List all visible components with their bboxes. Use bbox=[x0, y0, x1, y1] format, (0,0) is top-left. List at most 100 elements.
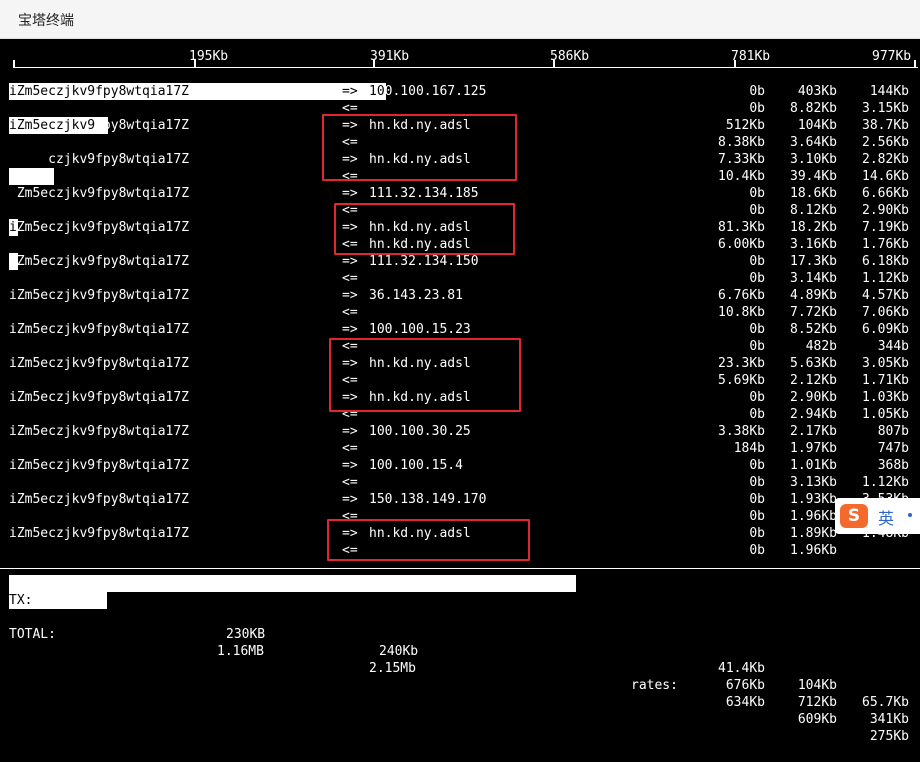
row-r3: 368b bbox=[877, 458, 909, 473]
peak-label: peak: bbox=[297, 644, 337, 659]
row-host: iZm5eczjkv9fpy8wtqia17Z bbox=[9, 118, 190, 133]
row-r3: 2.56Kb bbox=[862, 135, 909, 150]
row-arrow: => bbox=[342, 254, 358, 269]
title-bar: 宝塔终端 bbox=[0, 0, 920, 39]
row-host: iZm5eczjkv9fpy8wtqia17Z bbox=[9, 526, 190, 541]
highlight-box bbox=[327, 519, 530, 561]
window-title: 宝塔终端 bbox=[18, 13, 74, 29]
row-peer: 100.100.15.23 bbox=[369, 322, 471, 337]
row-arrow: => bbox=[342, 492, 358, 507]
table-row: <= 10.8Kb 7.72Kb 7.06Kb bbox=[0, 304, 920, 321]
table-row: <= 184b 1.97Kb 747b bbox=[0, 440, 920, 457]
row-r3: 6.18Kb bbox=[862, 254, 909, 269]
row-peer: 111.32.134.185 bbox=[369, 186, 479, 201]
scale-label: 391Kb bbox=[370, 49, 410, 64]
row-r3: 2.90Kb bbox=[862, 203, 909, 218]
table-row: iZm5eczjkv9fpy8wtqia17Z => 36.143.23.81 6.7… bbox=[0, 287, 920, 304]
row-r3: 1.03Kb bbox=[862, 390, 909, 405]
row-r3: 38.7Kb bbox=[862, 118, 909, 133]
row-r3: 144Kb bbox=[869, 84, 909, 99]
total-label: TOTAL: bbox=[9, 627, 56, 642]
row-host: iZm5eczjkv9fpy8wtqia17Z bbox=[9, 220, 190, 235]
rx-peak: 240Kb bbox=[379, 644, 419, 659]
tx-rate-3: 275Kb bbox=[869, 729, 909, 744]
row-host: iZm5eczjkv9fpy8wtqia17Z bbox=[9, 288, 190, 303]
row-arrow: <= bbox=[342, 305, 358, 320]
row-r3: 14.6Kb bbox=[862, 169, 909, 184]
terminal[interactable]: 195Kb 391Kb 586Kb 781Kb 977Kb iZm5eczjkv… bbox=[0, 39, 920, 744]
row-host: iZm5eczjkv9fpy8wtqia17Z bbox=[9, 322, 190, 337]
row-r3: 4.57Kb bbox=[862, 288, 909, 303]
row-r3: 2.82Kb bbox=[862, 152, 909, 167]
scale-tick bbox=[373, 60, 375, 68]
totals-separator bbox=[0, 568, 920, 569]
scale-tick bbox=[734, 60, 736, 68]
row-arrow: <= bbox=[342, 271, 358, 286]
row-arrow: => bbox=[342, 424, 358, 439]
row-r3: 1.05Kb bbox=[862, 407, 909, 422]
ime-language-toggle[interactable]: 英 bbox=[878, 505, 894, 529]
highlight-box bbox=[329, 338, 521, 412]
row-peer: 111.32.134.150 bbox=[369, 254, 479, 269]
row-r3: 6.66Kb bbox=[862, 186, 909, 201]
ime-dot-icon bbox=[908, 513, 912, 517]
scale-label: 586Kb bbox=[550, 49, 590, 64]
table-row: <= 0b 3.14Kb 1.12Kb bbox=[0, 270, 920, 287]
total-rate-3: 341Kb bbox=[869, 712, 909, 727]
table-row: iZm5eczjkv9fpy8wtqia17Z => 111.32.134.185 0… bbox=[0, 185, 920, 202]
row-r3: 1.71Kb bbox=[862, 373, 909, 388]
row-host: iZm5eczjkv9fpy8wtqia17Z bbox=[9, 254, 190, 269]
scale-label: 977Kb bbox=[872, 49, 912, 64]
table-row: iZm5eczjkv9fpy8wtqia17Z => 100.100.167.125… bbox=[0, 83, 920, 100]
row-r3: 3.05Kb bbox=[862, 356, 909, 371]
table-row: iZm5eczjkv9fpy8wtqia17Z => 111.32.134.150 0… bbox=[0, 253, 920, 270]
rates-label: rates: bbox=[631, 678, 678, 693]
row-r3: 1.12Kb bbox=[862, 271, 909, 286]
row-peer: 100.100.15.4 bbox=[369, 458, 463, 473]
row-host: iZm5eczjkv9fpy8wtqia17Z bbox=[9, 152, 190, 167]
row-host: iZm5eczjkv9fpy8wtqia17Z bbox=[9, 458, 190, 473]
highlight-box bbox=[334, 203, 515, 255]
row-r2: 1.96Kb bbox=[790, 543, 837, 558]
row-r3: 6.09Kb bbox=[862, 322, 909, 337]
row-r3: 747b bbox=[877, 441, 909, 456]
row-arrow: => bbox=[342, 288, 358, 303]
row-arrow: => bbox=[342, 186, 358, 201]
scale-tick bbox=[194, 60, 196, 68]
total-peak: 2.15Mb bbox=[369, 661, 416, 676]
total-rate-2: 712Kb bbox=[797, 695, 837, 710]
row-r3: 807b bbox=[877, 424, 909, 439]
total-rate-1: 676Kb bbox=[725, 678, 765, 693]
scale-label: 781Kb bbox=[731, 49, 771, 64]
table-row: iZm5eczjkv9fpy8wtqia17Z => 100.100.15.23 0b… bbox=[0, 321, 920, 338]
row-arrow: <= bbox=[342, 441, 358, 456]
row-host: iZm5eczjkv9fpy8wtqia17Z bbox=[9, 186, 190, 201]
row-arrow: => bbox=[342, 458, 358, 473]
row-r3: 1.12Kb bbox=[862, 475, 909, 490]
scale-tick bbox=[13, 60, 15, 68]
row-arrow: <= bbox=[342, 475, 358, 490]
row-host: iZm5eczjkv9fpy8wtqia17Z bbox=[9, 84, 190, 99]
table-row: iZm5eczjkv9fpy8wtqia17Z => 100.100.15.4 0b 1… bbox=[0, 457, 920, 474]
scale-axis bbox=[13, 67, 918, 68]
row-r3: 344b bbox=[877, 339, 909, 354]
total-cum: 1.16MB bbox=[217, 644, 264, 659]
row-host: iZm5eczjkv9fpy8wtqia17Z bbox=[9, 390, 190, 405]
tx-row: TX: cum: 963KB peak: 2.09Mb rates: 634Kb… bbox=[0, 575, 920, 744]
row-peer: 36.143.23.81 bbox=[369, 288, 463, 303]
row-peer: 150.138.149.170 bbox=[369, 492, 487, 507]
row-peer: 100.100.167.125 bbox=[369, 84, 487, 99]
highlight-box bbox=[322, 114, 517, 181]
row-arrow: => bbox=[342, 84, 358, 99]
table-row: iZm5eczjkv9fpy8wtqia17Z => 100.100.30.25 3.… bbox=[0, 423, 920, 440]
total-row: TOTAL: 1.16MB 2.15Mb 676Kb 712Kb 341Kb bbox=[0, 609, 920, 727]
row-host: iZm5eczjkv9fpy8wtqia17Z bbox=[9, 424, 190, 439]
row-peer: 100.100.30.25 bbox=[369, 424, 471, 439]
table-row: iZm5eczjkv9fpy8wtqia17Z => 150.138.149.170… bbox=[0, 491, 920, 508]
row-r3: 7.19Kb bbox=[862, 220, 909, 235]
row-r3: 1.76Kb bbox=[862, 237, 909, 252]
ime-toolbar[interactable]: S 英 bbox=[835, 498, 920, 534]
row-r3: 3.15Kb bbox=[862, 101, 909, 116]
table-row: <= 0b 3.13Kb 1.12Kb bbox=[0, 474, 920, 491]
scale-tick bbox=[553, 60, 555, 68]
